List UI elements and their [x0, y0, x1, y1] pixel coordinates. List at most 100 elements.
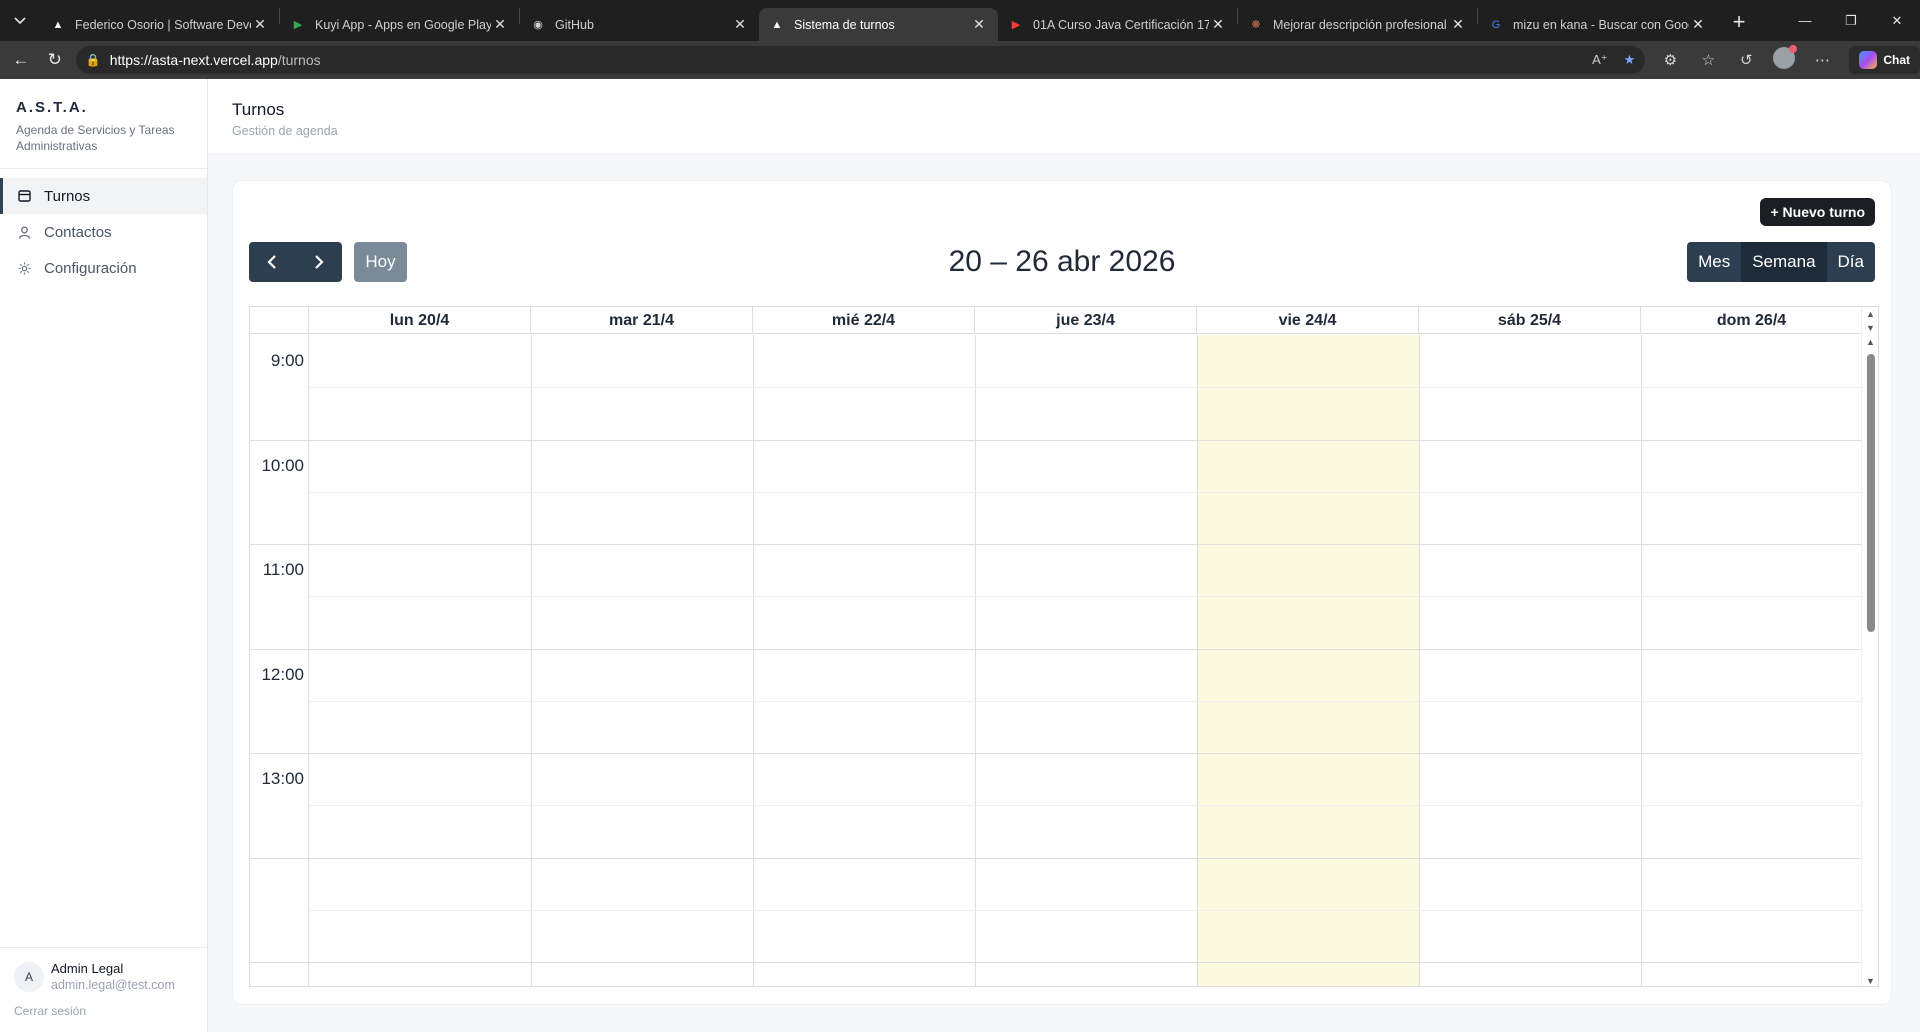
view-day-button[interactable]: Día: [1826, 242, 1875, 282]
brand-subtitle: Agenda de Servicios y Tareas Administrat…: [16, 123, 175, 153]
triangle-icon: ▲: [771, 18, 783, 31]
back-button[interactable]: ←: [4, 45, 38, 75]
browser-tab[interactable]: ❋ Mejorar descripción profesional s ✕: [1238, 8, 1477, 41]
day-column[interactable]: [1198, 335, 1420, 986]
day-column[interactable]: [310, 335, 532, 986]
sidebar-item-contactos[interactable]: Contactos: [0, 214, 207, 250]
browser-tab[interactable]: ▶ 01A Curso Java Certificación 17 - ✕: [998, 8, 1237, 41]
close-tab-icon[interactable]: ✕: [970, 16, 988, 33]
calendar-day-headers: lun 20/4 mar 21/4 mié 22/4 jue 23/4 vie 24/4…: [250, 307, 1878, 334]
sun-icon: [18, 262, 32, 275]
tab-strip: ▲ Federico Osorio | Software Develo ✕ ▶ Kuyi…: [40, 0, 1717, 41]
close-tab-icon[interactable]: ✕: [1209, 16, 1227, 33]
close-tab-icon[interactable]: ✕: [731, 16, 749, 33]
sidebar-item-configuracion[interactable]: Configuración: [0, 250, 207, 286]
copilot-chat-button[interactable]: Chat: [1849, 46, 1920, 74]
sidebar-item-label: Turnos: [44, 187, 91, 205]
day-header: mar 21/4: [531, 307, 753, 333]
scroll-up-icon[interactable]: ▲: [1862, 307, 1878, 321]
day-header: jue 23/4: [975, 307, 1197, 333]
scroll-down-icon[interactable]: ▼: [1862, 974, 1878, 986]
user-icon: [18, 226, 32, 239]
calendar-time-grid[interactable]: 9:00 10:00 11:00 12:00 13:00: [250, 335, 1864, 986]
profile-avatar[interactable]: [1771, 45, 1798, 73]
view-week-button[interactable]: Semana: [1741, 242, 1827, 282]
reload-button[interactable]: ↻: [38, 45, 72, 75]
day-column[interactable]: [976, 335, 1198, 986]
browser-tab[interactable]: ◉ GitHub ✕: [520, 8, 759, 41]
view-month-button[interactable]: Mes: [1687, 242, 1742, 282]
today-button[interactable]: Hoy: [354, 242, 407, 282]
day-header: mié 22/4: [753, 307, 975, 333]
brand: A.S.T.A. Agenda de Servicios y Tareas Ad…: [0, 79, 207, 169]
prev-week-button[interactable]: [249, 242, 296, 282]
day-header: dom 26/4: [1641, 307, 1863, 333]
minimize-button[interactable]: —: [1782, 0, 1828, 41]
favorites-icon[interactable]: ☆: [1695, 51, 1721, 69]
brand-title: A.S.T.A.: [16, 99, 88, 116]
view-switcher: Mes Semana Día: [1687, 242, 1875, 282]
grid-line: [250, 544, 309, 545]
calendar-icon: [18, 190, 32, 202]
close-tab-icon[interactable]: ✕: [1689, 16, 1707, 33]
grid-line: [309, 858, 1863, 859]
play-icon: ▶: [293, 19, 303, 31]
user-name: Admin Legal: [51, 961, 124, 976]
new-tab-button[interactable]: +: [1723, 6, 1755, 38]
day-column[interactable]: [1642, 335, 1864, 986]
more-options-icon[interactable]: ⋯: [1809, 51, 1835, 69]
time-slot-label: 13:00: [261, 769, 304, 788]
page-subtitle: Gestión de agenda: [232, 124, 338, 138]
browser-tab[interactable]: ▲ Sistema de turnos ✕: [759, 8, 998, 41]
calendar-card: + Nuevo turno 20 – 26 abr 2026 Hoy Mes Se…: [232, 180, 1892, 1005]
chevron-left-icon: [267, 255, 277, 269]
tab-title: Federico Osorio | Software Develo: [75, 17, 251, 32]
close-window-button[interactable]: ✕: [1874, 0, 1920, 41]
close-tab-icon[interactable]: ✕: [491, 16, 509, 33]
close-tab-icon[interactable]: ✕: [1449, 16, 1467, 33]
time-column: 9:00 10:00 11:00 12:00 13:00: [250, 335, 309, 986]
grid-line: [250, 649, 309, 650]
day-column[interactable]: [1420, 335, 1642, 986]
sidebar-nav: Turnos Contactos Configuración: [0, 169, 207, 286]
url-field[interactable]: 🔒 https://asta-next.vercel.app/turnos A⁺…: [75, 46, 1646, 74]
browser-tab[interactable]: Gmizu en kana - Buscar con Google ✕: [1478, 8, 1717, 41]
page-title: Turnos: [232, 100, 285, 119]
grid-line: [309, 492, 1863, 493]
day-column[interactable]: [754, 335, 976, 986]
close-tab-icon[interactable]: ✕: [251, 16, 269, 33]
read-aloud-icon[interactable]: A⁺: [1592, 52, 1608, 68]
day-header: vie 24/4: [1197, 307, 1419, 333]
time-slot-label: 9:00: [270, 351, 304, 370]
grid-line: [309, 962, 1863, 963]
scrollbar-thumb[interactable]: [1867, 354, 1875, 632]
favorite-star-icon[interactable]: ★: [1624, 52, 1636, 68]
extensions-icon[interactable]: ⚙: [1657, 51, 1683, 69]
tab-title: 01A Curso Java Certificación 17 -: [1033, 17, 1209, 32]
next-week-button[interactable]: [296, 242, 343, 282]
browser-tab[interactable]: ▲ Federico Osorio | Software Develo ✕: [40, 8, 279, 41]
week-calendar: lun 20/4 mar 21/4 mié 22/4 jue 23/4 vie 24/4…: [249, 306, 1879, 987]
spark-icon: ❋: [1251, 19, 1261, 31]
restore-button[interactable]: ❐: [1828, 0, 1874, 41]
browser-tab[interactable]: ▶ Kuyi App - Apps en Google Play ✕: [280, 8, 519, 41]
time-slot-label: 12:00: [261, 664, 304, 684]
calendar-scrollbar[interactable]: ▲ ▼ ▲ ▼: [1861, 307, 1878, 986]
scroll-up-icon[interactable]: ▲: [1862, 335, 1878, 349]
history-icon[interactable]: ↺: [1733, 51, 1759, 69]
time-slot-label: 10:00: [261, 455, 304, 475]
grid-line: [309, 440, 1863, 441]
new-appointment-button[interactable]: + Nuevo turno: [1760, 198, 1875, 226]
sidebar-item-turnos[interactable]: Turnos: [0, 178, 207, 214]
logout-link[interactable]: Cerrar sesión: [14, 1004, 193, 1018]
lock-icon: 🔒: [85, 53, 101, 67]
scroll-down-icon[interactable]: ▼: [1862, 321, 1878, 335]
grid-line: [250, 440, 309, 441]
day-column[interactable]: [532, 335, 754, 986]
grid-line: [250, 858, 309, 859]
app-root: A.S.T.A. Agenda de Servicios y Tareas Ad…: [0, 79, 1920, 1032]
grid-line: [309, 544, 1863, 545]
grid-line: [309, 753, 1863, 754]
tab-actions-menu-button[interactable]: [6, 7, 34, 35]
page-header: Turnos Gestión de agenda: [208, 79, 1920, 155]
